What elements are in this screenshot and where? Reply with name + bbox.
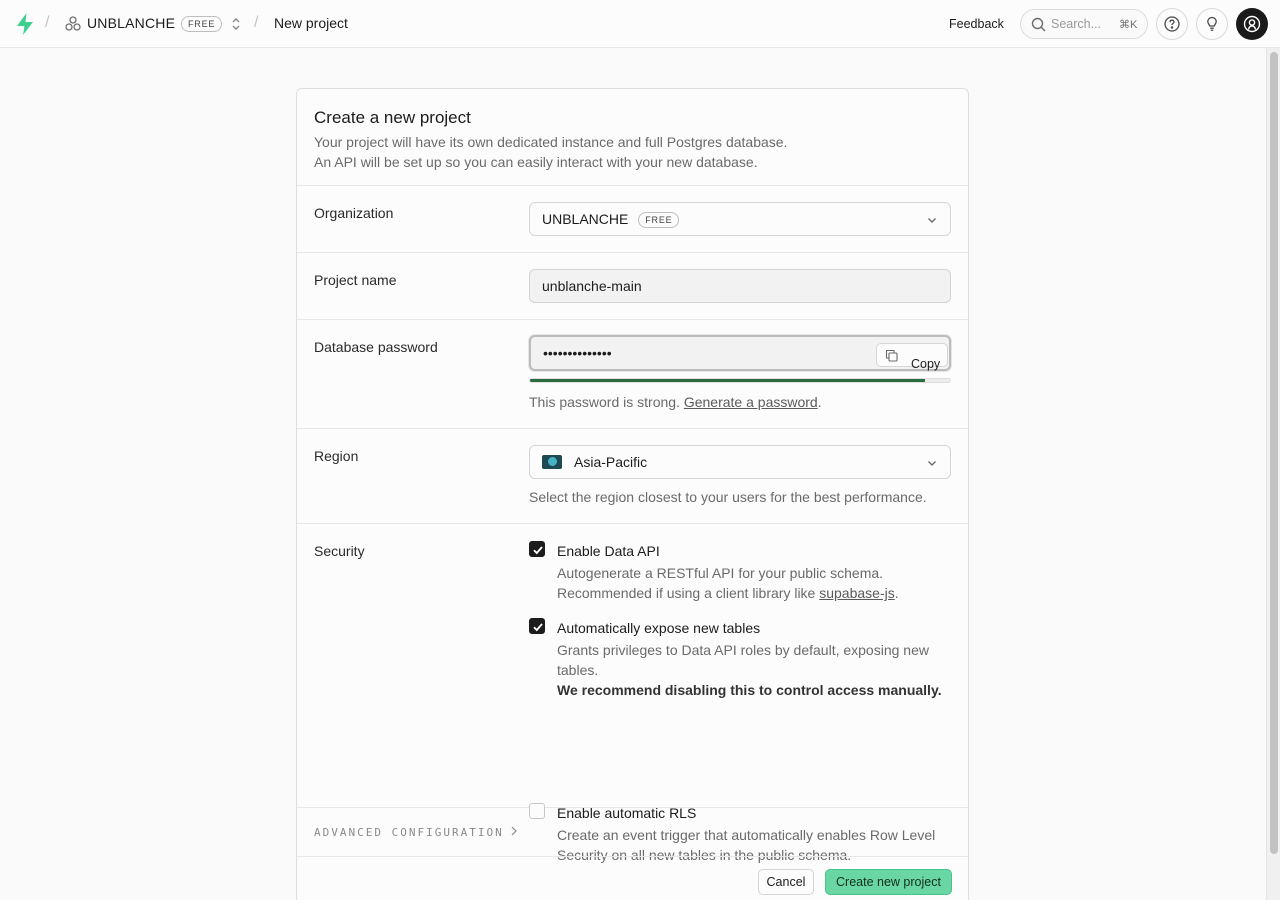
password-masked-value: •••••••••••••• (543, 345, 612, 361)
supabase-js-link[interactable]: supabase-js (819, 585, 895, 601)
organization-row: Organization UNBLANCHE FREE (297, 186, 968, 253)
description-text: Recommended if using a client library li… (557, 585, 820, 601)
user-icon (1243, 15, 1261, 33)
description-line: Recommended if using a client library li… (557, 583, 957, 603)
card-subtitle: Your project will have its own dedicated… (314, 132, 787, 172)
expose-new-tables-title: Automatically expose new tables (557, 620, 761, 636)
copy-password-button[interactable]: Copy (876, 343, 948, 371)
card-header: Create a new project Your project will h… (297, 89, 968, 186)
organization-label: Organization (314, 205, 394, 221)
chevron-down-icon (928, 461, 936, 466)
expose-new-tables-checkbox[interactable] (529, 618, 545, 634)
organization-icon (65, 16, 81, 31)
region-value: Asia-Pacific (574, 454, 648, 470)
create-project-button[interactable]: Create new project (825, 869, 952, 895)
description-line: Grants privileges to Data API roles by d… (557, 642, 929, 658)
subtitle-line: Your project will have its own dedicated… (314, 134, 788, 150)
advanced-configuration-toggle[interactable]: ADVANCED CONFIGURATION (314, 826, 518, 839)
cancel-button[interactable]: Cancel (758, 869, 814, 895)
region-flag-icon (542, 455, 562, 469)
top-bar: / UNBLANCHE FREE / New project Feedback … (0, 0, 1280, 48)
plan-badge: FREE (181, 16, 223, 32)
search-placeholder: Search... (1051, 17, 1102, 31)
enable-data-api-description: Autogenerate a RESTful API for your publ… (557, 563, 957, 603)
enable-data-api-checkbox[interactable] (529, 541, 545, 557)
checkmark-icon (533, 623, 543, 632)
description-suffix: . (894, 585, 899, 601)
page-title: Create a new project (314, 108, 471, 127)
breadcrumb-separator: / (254, 14, 259, 31)
database-password-label: Database password (314, 339, 438, 355)
password-help: This password is strong. Generate a pass… (529, 394, 822, 410)
user-avatar[interactable] (1236, 8, 1268, 40)
chevron-up-down-icon[interactable] (229, 16, 243, 32)
security-label: Security (314, 543, 365, 559)
advanced-configuration-label: ADVANCED CONFIGURATION (314, 826, 504, 839)
password-help-text: This password is strong. (529, 394, 684, 410)
region-label: Region (314, 448, 359, 464)
scrollbar-thumb[interactable] (1270, 52, 1278, 854)
help-icon (1164, 16, 1180, 32)
help-button[interactable] (1156, 8, 1188, 40)
generate-password-link[interactable]: Generate a password (684, 394, 818, 410)
password-help-suffix: . (817, 394, 822, 410)
recommendation-text: We recommend disabling this to control a… (557, 682, 942, 698)
password-strength-fill (530, 379, 925, 382)
chevron-down-icon (928, 218, 936, 223)
organization-value: UNBLANCHE FREE (542, 211, 680, 228)
breadcrumb-separator: / (45, 14, 50, 31)
database-password-row: Database password •••••••••••••• Copy Th… (297, 320, 968, 429)
chevron-right-icon (511, 826, 517, 836)
password-strength-meter (529, 378, 951, 383)
project-name-label: Project name (314, 272, 397, 288)
scrollbar[interactable] (1266, 48, 1280, 900)
feedback-button[interactable]: Feedback (943, 11, 1010, 37)
checkmark-icon (533, 546, 543, 555)
lightbulb-icon (1207, 16, 1217, 31)
region-row: Region Asia-Pacific Select the region cl… (297, 429, 968, 524)
search-shortcut: ⌘K (1119, 19, 1138, 31)
search-icon (1031, 17, 1046, 32)
project-name-input[interactable]: unblanche-main (529, 269, 951, 303)
security-row: Security Enable Data API Autogenerate a … (297, 524, 968, 863)
org-name[interactable]: UNBLANCHE (87, 15, 175, 31)
description-line: Autogenerate a RESTful API for your publ… (557, 565, 884, 581)
expose-new-tables-description: Grants privileges to Data API roles by d… (557, 640, 957, 700)
breadcrumb-current: New project (274, 15, 348, 31)
search-input[interactable]: Search... ⌘K (1020, 9, 1148, 39)
organization-select[interactable]: UNBLANCHE FREE (529, 202, 951, 236)
copy-label: Copy (911, 357, 941, 371)
region-select[interactable]: Asia-Pacific (529, 445, 951, 479)
project-name-row: Project name unblanche-main (297, 253, 968, 320)
supabase-logo-icon[interactable] (14, 12, 36, 36)
create-project-card: Create a new project Your project will h… (296, 88, 969, 900)
plan-badge: FREE (638, 212, 680, 228)
copy-icon (885, 349, 898, 362)
organization-name: UNBLANCHE (542, 211, 629, 227)
enable-data-api-title: Enable Data API (557, 543, 660, 559)
subtitle-line: An API will be set up so you can easily … (314, 154, 758, 170)
advanced-configuration-row[interactable]: ADVANCED CONFIGURATION (297, 808, 968, 857)
description-line: tables. (557, 662, 599, 678)
region-help: Select the region closest to your users … (529, 489, 927, 505)
database-password-input[interactable]: •••••••••••••• Copy (529, 335, 951, 371)
whats-new-button[interactable] (1196, 8, 1228, 40)
